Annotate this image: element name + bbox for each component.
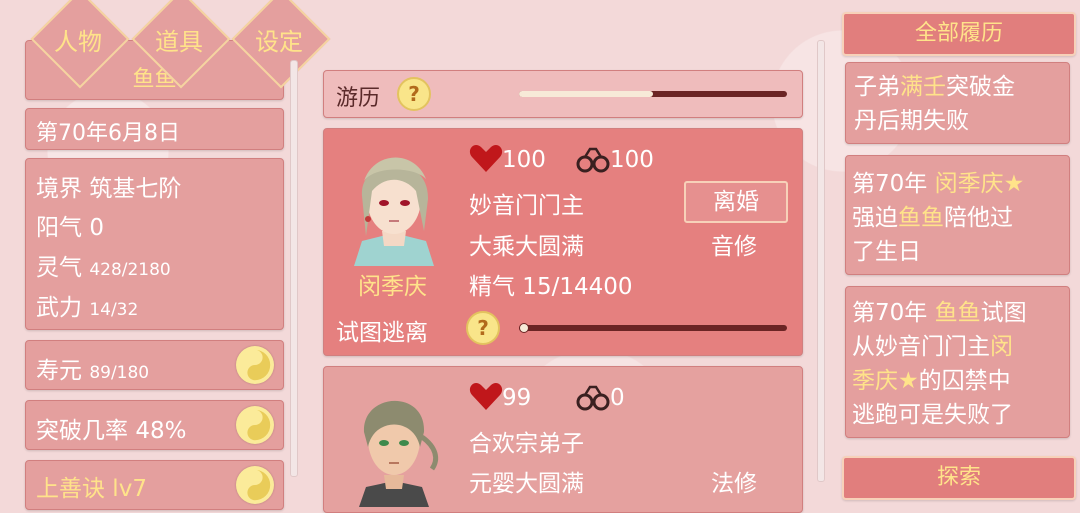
portrait-mjq [344,141,444,270]
companion-name: 闵季庆 [358,274,427,300]
breakthrough-panel: 突破几率 48% [25,400,284,450]
menu-character-label[interactable]: 人物 [33,22,123,57]
yin-yang-icon[interactable] [236,406,274,444]
history-entry: 第70年 闵季庆★ 强迫鱼鱼陪他过 了生日 [845,155,1070,275]
youli-progress-bar [519,91,787,97]
lifespan-label: 寿元 [36,358,82,384]
divorce-label[interactable]: 离婚 [686,183,786,221]
divorce-button[interactable]: 离婚 [684,181,788,223]
history-text: 陪他过 [944,205,1013,231]
history-highlight: 闵 [990,334,1013,360]
stat-force-value: 14/32 [89,300,139,320]
youli-label: 游历 [336,86,381,111]
yin-yang-icon[interactable] [236,466,274,504]
stat-force-label: 武力 [36,295,82,321]
help-icon[interactable]: ? [397,77,431,111]
history-line: 了生日 [852,239,921,265]
middle-scrollbar[interactable] [817,40,825,482]
history-highlight: 季庆★ [852,368,919,394]
companion-card-2[interactable]: 99 0 合欢宗弟子 元婴大圆满 法修 [323,366,803,513]
menu-items-label[interactable]: 道具 [134,22,224,57]
stat-realm: 境界 筑基七阶 [36,169,181,203]
lifespan-value: 89/180 [89,363,150,383]
bond-value: 0 [610,385,625,411]
bond-value: 100 [610,147,654,173]
history-line: 季庆★的囚禁中 [852,361,1011,395]
history-text: 试图 [980,300,1027,326]
left-scrollbar[interactable] [290,60,298,477]
stat-force: 武力 14/32 [36,288,138,322]
companion-realm: 元婴大圆满 [469,471,584,497]
stat-realm-value: 筑基七阶 [89,176,182,202]
history-entry: 第70年 鱼鱼试图 从妙音门门主闵 季庆★的囚禁中 逃跑可是失败了 [845,286,1070,438]
companion-card-1[interactable]: 闵季庆 100 100 妙音门门主 大乘大圆满 精气 15/14400 离婚 音… [323,128,803,356]
affection-value: 99 [502,385,532,411]
history-line: 丹后期失败 [854,108,969,134]
breakthrough-label: 突破几率 [36,418,128,444]
history-line: 第70年 闵季庆★ [852,164,1024,198]
history-line: 逃跑可是失败了 [852,402,1013,428]
heart-icon [469,381,503,415]
companion-essence: 精气 15/14400 [469,274,633,300]
history-highlight: 鱼鱼 [934,300,981,326]
stat-yang: 阳气 0 [36,208,104,242]
skill-panel: 上善诀 lv7 [25,460,284,510]
stat-yang-value: 0 [89,215,104,241]
yin-yang-icon[interactable] [236,346,274,384]
cultivation-type: 音修 [711,234,757,260]
affection-value: 100 [502,147,546,173]
handcuffs-icon [576,383,610,417]
breakthrough-text: 突破几率 48% [36,411,186,445]
history-header-label[interactable]: 全部履历 [844,14,1074,54]
lifespan-panel: 寿元 89/180 [25,340,284,390]
menu-settings-label[interactable]: 设定 [234,22,324,57]
history-text: 第70年 [852,171,935,197]
history-line: 子弟满壬突破金 [854,67,1015,101]
history-line: 从妙音门门主闵 [852,327,1013,361]
history-line: 强迫鱼鱼陪他过 [852,198,1013,232]
history-text: 第70年 [852,300,935,326]
stat-qi-value: 428/2180 [89,260,171,280]
stat-realm-label: 境界 [36,176,82,202]
history-text: 子弟 [854,74,900,100]
stat-qi-label: 灵气 [36,255,82,281]
history-highlight: 鱼鱼 [898,205,944,231]
handcuffs-icon [576,145,610,179]
history-line: 第70年 鱼鱼试图 [852,293,1027,327]
escape-label: 试图逃离 [336,320,428,346]
escape-progress-knob [519,323,529,333]
stat-yang-label: 阳气 [36,215,82,241]
history-text: 突破金 [946,74,1015,100]
explore-button[interactable]: 探索 [842,456,1076,500]
stats-panel: 境界 筑基七阶 阳气 0 灵气 428/2180 武力 14/32 [25,158,284,330]
companion-sect: 合欢宗弟子 [469,431,584,457]
help-icon[interactable]: ? [466,311,500,345]
lifespan-text: 寿元 89/180 [36,351,149,385]
history-entry: 子弟满壬突破金 丹后期失败 [845,62,1070,144]
history-header-button[interactable]: 全部履历 [842,12,1076,56]
youli-progress-fill [519,91,653,97]
history-text: 强迫 [852,205,898,231]
history-text: 的囚禁中 [918,368,1011,394]
companion-sect: 妙音门门主 [469,193,584,219]
history-highlight: 闵季庆★ [934,171,1025,197]
date-panel: 第70年6月8日 [25,108,284,150]
explore-label[interactable]: 探索 [844,458,1074,498]
portrait-disciple [344,377,444,511]
cultivation-type: 法修 [711,471,757,497]
stat-qi: 灵气 428/2180 [36,248,171,282]
history-highlight: 满壬 [900,74,946,100]
skill-text: 上善诀 lv7 [36,476,147,502]
breakthrough-value: 48% [135,418,187,444]
history-text: 从妙音门门主 [852,334,990,360]
heart-icon [469,143,503,177]
escape-progress-bar [519,325,787,331]
companion-realm: 大乘大圆满 [469,234,584,260]
youli-panel: 游历 ? [323,70,803,118]
date-text: 第70年6月8日 [36,121,180,146]
